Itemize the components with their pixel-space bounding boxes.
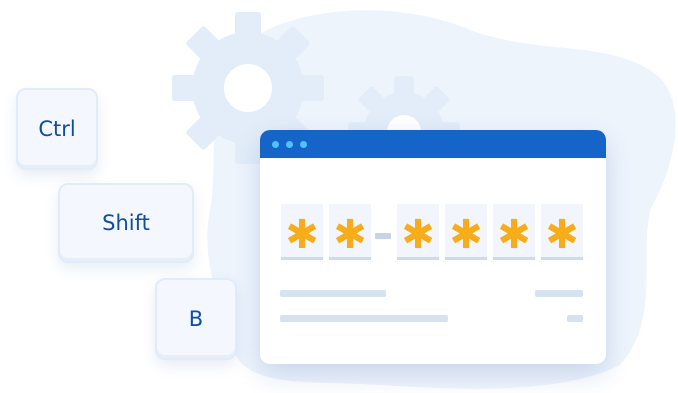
placeholder-text-line	[280, 315, 448, 322]
window-dot-icon	[300, 141, 307, 148]
masked-code-char: ✱	[541, 204, 583, 260]
code-separator	[375, 233, 391, 239]
b-key: B	[155, 278, 237, 360]
b-key-label: B	[188, 307, 204, 331]
browser-window: ✱ ✱ ✱ ✱ ✱ ✱	[260, 130, 606, 364]
window-dot-icon	[286, 141, 293, 148]
illustration: Ctrl Shift B ✱ ✱ ✱ ✱ ✱ ✱	[0, 0, 678, 393]
shift-key: Shift	[58, 183, 194, 263]
masked-code-char: ✱	[281, 204, 323, 260]
window-titlebar	[260, 130, 606, 158]
masked-code-char: ✱	[445, 204, 487, 260]
ctrl-key-label: Ctrl	[38, 117, 76, 141]
masked-code-char: ✱	[329, 204, 371, 260]
window-dot-icon	[272, 141, 279, 148]
placeholder-text-line	[280, 290, 386, 297]
masked-code-char: ✱	[493, 204, 535, 260]
masked-code-char: ✱	[397, 204, 439, 260]
ctrl-key: Ctrl	[16, 88, 98, 170]
placeholder-text-line	[535, 290, 583, 297]
shift-key-label: Shift	[102, 211, 150, 235]
placeholder-text-line	[567, 315, 583, 322]
